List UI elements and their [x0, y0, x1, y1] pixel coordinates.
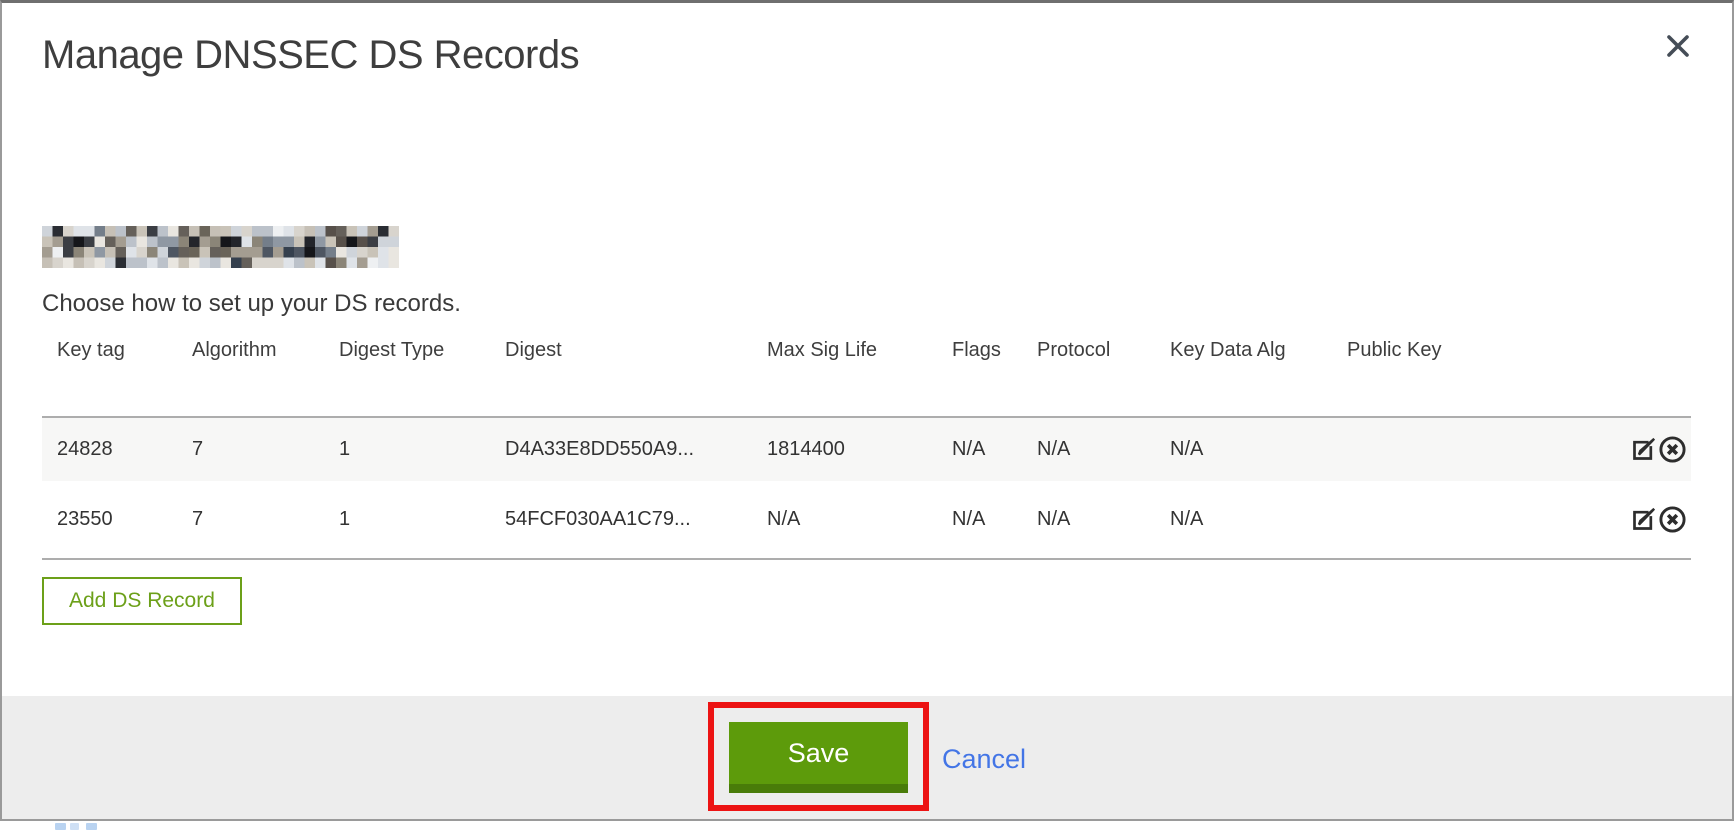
column-header: Public Key: [1347, 333, 1567, 417]
table-cell: 23550: [42, 481, 192, 559]
table-cell: D4A33E8DD550A9...: [505, 417, 767, 481]
modal-body: Manage DNSSEC DS Records Choose how to s…: [2, 3, 1732, 625]
modal-footer: Save Cancel: [2, 696, 1732, 819]
domain-name-redacted: [42, 226, 399, 268]
annotation-red-box: Save: [708, 702, 929, 811]
table-cell: 54FCF030AA1C79...: [505, 481, 767, 559]
background-artifact: [70, 823, 79, 830]
table-cell: N/A: [1037, 417, 1170, 481]
table-cell: N/A: [1170, 481, 1347, 559]
table-cell: N/A: [1037, 481, 1170, 559]
column-header: Digest: [505, 333, 767, 417]
row-actions: [1567, 417, 1691, 481]
table-cell: 24828: [42, 417, 192, 481]
page-behind-modal: [0, 820, 1734, 830]
table-cell: N/A: [767, 481, 952, 559]
table-cell: 1814400: [767, 417, 952, 481]
table-cell: N/A: [952, 417, 1037, 481]
edit-record-icon[interactable]: [1630, 506, 1657, 533]
table-header-row: Key tagAlgorithmDigest TypeDigestMax Sig…: [42, 333, 1691, 417]
column-header-actions: [1567, 333, 1691, 417]
ds-records-table: Key tagAlgorithmDigest TypeDigestMax Sig…: [42, 333, 1691, 560]
column-header: Key tag: [42, 333, 192, 417]
column-header: Flags: [952, 333, 1037, 417]
column-header: Digest Type: [339, 333, 505, 417]
save-button[interactable]: Save: [729, 722, 908, 793]
row-actions: [1567, 481, 1691, 559]
table-row: 2482871D4A33E8DD550A9...1814400N/AN/AN/A: [42, 417, 1691, 481]
table-cell: [1347, 417, 1567, 481]
column-header: Max Sig Life: [767, 333, 952, 417]
table-cell: N/A: [952, 481, 1037, 559]
cancel-link[interactable]: Cancel: [942, 744, 1026, 775]
delete-record-icon[interactable]: [1658, 435, 1687, 464]
table-cell: [1347, 481, 1567, 559]
table-cell: 1: [339, 417, 505, 481]
table-cell: 7: [192, 417, 339, 481]
manage-dnssec-modal: Manage DNSSEC DS Records Choose how to s…: [0, 0, 1734, 821]
add-ds-record-button[interactable]: Add DS Record: [42, 577, 242, 625]
table-cell: 1: [339, 481, 505, 559]
page-title: Manage DNSSEC DS Records: [42, 3, 1687, 77]
background-artifact: [86, 823, 97, 830]
background-artifact: [55, 823, 66, 830]
table-row: 235507154FCF030AA1C79...N/AN/AN/AN/A: [42, 481, 1691, 559]
screenshot-root: Manage DNSSEC DS Records Choose how to s…: [0, 0, 1734, 830]
table-cell: N/A: [1170, 417, 1347, 481]
column-header: Protocol: [1037, 333, 1170, 417]
column-header: Key Data Alg: [1170, 333, 1347, 417]
edit-record-icon[interactable]: [1630, 436, 1657, 463]
instruction-text: Choose how to set up your DS records.: [42, 290, 1687, 319]
column-header: Algorithm: [192, 333, 339, 417]
delete-record-icon[interactable]: [1658, 505, 1687, 534]
table-cell: 7: [192, 481, 339, 559]
